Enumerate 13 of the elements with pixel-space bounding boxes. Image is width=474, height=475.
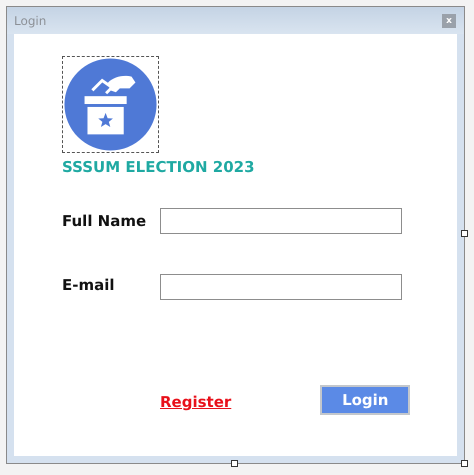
resize-handle[interactable] bbox=[461, 230, 468, 237]
field-label: E-mail bbox=[62, 275, 116, 296]
login-button[interactable]: Login bbox=[320, 385, 410, 415]
resize-handle[interactable] bbox=[461, 460, 468, 467]
input-field[interactable] bbox=[160, 274, 402, 300]
ballot-box-icon bbox=[62, 56, 159, 153]
window-title: Login bbox=[14, 12, 46, 30]
register-link[interactable]: Register bbox=[160, 391, 232, 414]
field-label: Full Name bbox=[62, 211, 148, 232]
input-field[interactable] bbox=[160, 208, 402, 234]
close-button[interactable]: x bbox=[442, 14, 456, 28]
resize-handle[interactable] bbox=[231, 460, 238, 467]
election-heading: SSSUM ELECTION 2023 bbox=[62, 157, 255, 178]
